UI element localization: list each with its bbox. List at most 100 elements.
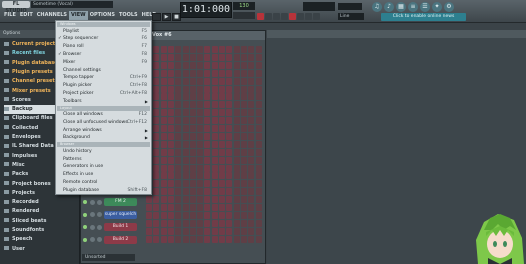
view-menu-item-piano-roll[interactable]: Piano roll F7 bbox=[57, 43, 150, 50]
step-button[interactable] bbox=[204, 148, 211, 156]
step-button[interactable] bbox=[175, 156, 182, 164]
step-button[interactable] bbox=[233, 61, 240, 69]
step-button[interactable] bbox=[240, 77, 247, 85]
step-button[interactable] bbox=[167, 125, 174, 132]
step-button[interactable] bbox=[219, 219, 225, 227]
step-button[interactable] bbox=[240, 85, 247, 93]
step-button[interactable] bbox=[226, 101, 233, 109]
step-button[interactable] bbox=[167, 180, 174, 188]
step-button[interactable] bbox=[226, 204, 233, 211]
step-button[interactable] bbox=[189, 180, 196, 188]
menu-view[interactable]: VIEW bbox=[69, 11, 88, 20]
step-button[interactable] bbox=[211, 196, 218, 204]
step-button[interactable] bbox=[160, 101, 167, 109]
step-button[interactable] bbox=[211, 93, 218, 101]
step-button[interactable] bbox=[204, 93, 211, 101]
step-button[interactable] bbox=[226, 61, 233, 69]
step-button[interactable] bbox=[182, 53, 189, 61]
step-button[interactable] bbox=[167, 101, 174, 109]
step-button[interactable] bbox=[248, 53, 255, 61]
menu-channels[interactable]: CHANNELS bbox=[35, 11, 69, 20]
step-button[interactable] bbox=[204, 211, 211, 219]
step-button[interactable] bbox=[146, 204, 152, 211]
step-button[interactable] bbox=[167, 188, 174, 196]
step-button[interactable] bbox=[197, 117, 204, 125]
step-button[interactable] bbox=[219, 204, 225, 211]
view-menu-item-generators-in-use[interactable]: Generators in use bbox=[57, 163, 150, 170]
channel-pan-knob[interactable] bbox=[90, 212, 95, 217]
step-button[interactable] bbox=[226, 188, 233, 196]
step-button[interactable] bbox=[204, 140, 211, 148]
step-button[interactable] bbox=[153, 101, 160, 109]
step-button[interactable] bbox=[204, 132, 211, 140]
step-button[interactable] bbox=[240, 46, 247, 53]
step-button[interactable] bbox=[182, 125, 189, 132]
step-button[interactable] bbox=[248, 156, 255, 164]
step-button[interactable] bbox=[219, 53, 225, 61]
step-button[interactable] bbox=[167, 172, 174, 180]
step-button[interactable] bbox=[167, 69, 174, 77]
step-button[interactable] bbox=[153, 180, 160, 188]
step-button[interactable] bbox=[182, 101, 189, 109]
step-button[interactable] bbox=[204, 77, 211, 85]
step-button[interactable] bbox=[211, 132, 218, 140]
step-button[interactable] bbox=[219, 69, 225, 77]
step-button[interactable] bbox=[175, 148, 182, 156]
step-button[interactable] bbox=[175, 101, 182, 109]
step-button[interactable] bbox=[240, 196, 247, 204]
step-button[interactable] bbox=[219, 117, 225, 125]
browser-item-speech[interactable]: Speech bbox=[4, 235, 78, 244]
channel-button[interactable]: super squelch bbox=[104, 210, 137, 219]
step-button[interactable] bbox=[160, 172, 167, 180]
step-button[interactable] bbox=[189, 156, 196, 164]
pattern-song-toggle[interactable] bbox=[152, 13, 161, 21]
browser-options-label[interactable]: Options bbox=[3, 31, 20, 36]
step-button[interactable] bbox=[211, 140, 218, 148]
step-button[interactable] bbox=[226, 164, 233, 172]
step-button[interactable] bbox=[219, 188, 225, 196]
step-button[interactable] bbox=[167, 140, 174, 148]
browser-item-soundfonts[interactable]: Soundfonts bbox=[4, 226, 78, 235]
step-button[interactable] bbox=[204, 69, 211, 77]
typing-keyboard-icon[interactable] bbox=[305, 13, 312, 20]
play-icon[interactable]: ▶ bbox=[162, 13, 171, 21]
step-button[interactable] bbox=[182, 219, 189, 227]
step-button[interactable] bbox=[248, 219, 255, 227]
step-button[interactable] bbox=[189, 235, 196, 243]
step-button[interactable] bbox=[197, 46, 204, 53]
step-button[interactable] bbox=[189, 125, 196, 132]
step-button[interactable] bbox=[204, 164, 211, 172]
channel-volume-knob[interactable] bbox=[97, 212, 102, 217]
channel-mute-led[interactable] bbox=[83, 237, 87, 242]
channel-mute-led[interactable] bbox=[83, 225, 87, 229]
step-button[interactable] bbox=[211, 53, 218, 61]
step-button[interactable] bbox=[204, 101, 211, 109]
step-button[interactable] bbox=[211, 219, 218, 227]
browser-item-rendered[interactable]: Rendered bbox=[4, 207, 78, 216]
step-button[interactable] bbox=[153, 164, 160, 172]
menu-options[interactable]: OPTIONS bbox=[88, 11, 117, 20]
menu-edit[interactable]: EDIT bbox=[18, 11, 35, 20]
browser-icon[interactable]: ☰ bbox=[420, 2, 430, 12]
countdown-icon[interactable] bbox=[273, 13, 280, 20]
step-button[interactable] bbox=[204, 85, 211, 93]
step-button[interactable] bbox=[189, 164, 196, 172]
menu-file[interactable]: FILE bbox=[2, 11, 18, 20]
step-button[interactable] bbox=[233, 85, 240, 93]
step-button[interactable] bbox=[248, 93, 255, 101]
step-button[interactable] bbox=[255, 132, 262, 140]
step-button[interactable] bbox=[240, 101, 247, 109]
step-button[interactable] bbox=[160, 125, 167, 132]
step-button[interactable] bbox=[160, 164, 167, 172]
step-button[interactable] bbox=[189, 117, 196, 125]
step-button[interactable] bbox=[197, 204, 204, 211]
step-button[interactable] bbox=[167, 227, 174, 235]
step-button[interactable] bbox=[153, 219, 160, 227]
step-button[interactable] bbox=[211, 61, 218, 69]
step-button[interactable] bbox=[175, 235, 182, 243]
step-button[interactable] bbox=[255, 188, 262, 196]
step-button[interactable] bbox=[182, 61, 189, 69]
channel-mute-led[interactable] bbox=[83, 212, 87, 217]
step-button[interactable] bbox=[204, 117, 211, 125]
step-button[interactable] bbox=[160, 77, 167, 85]
